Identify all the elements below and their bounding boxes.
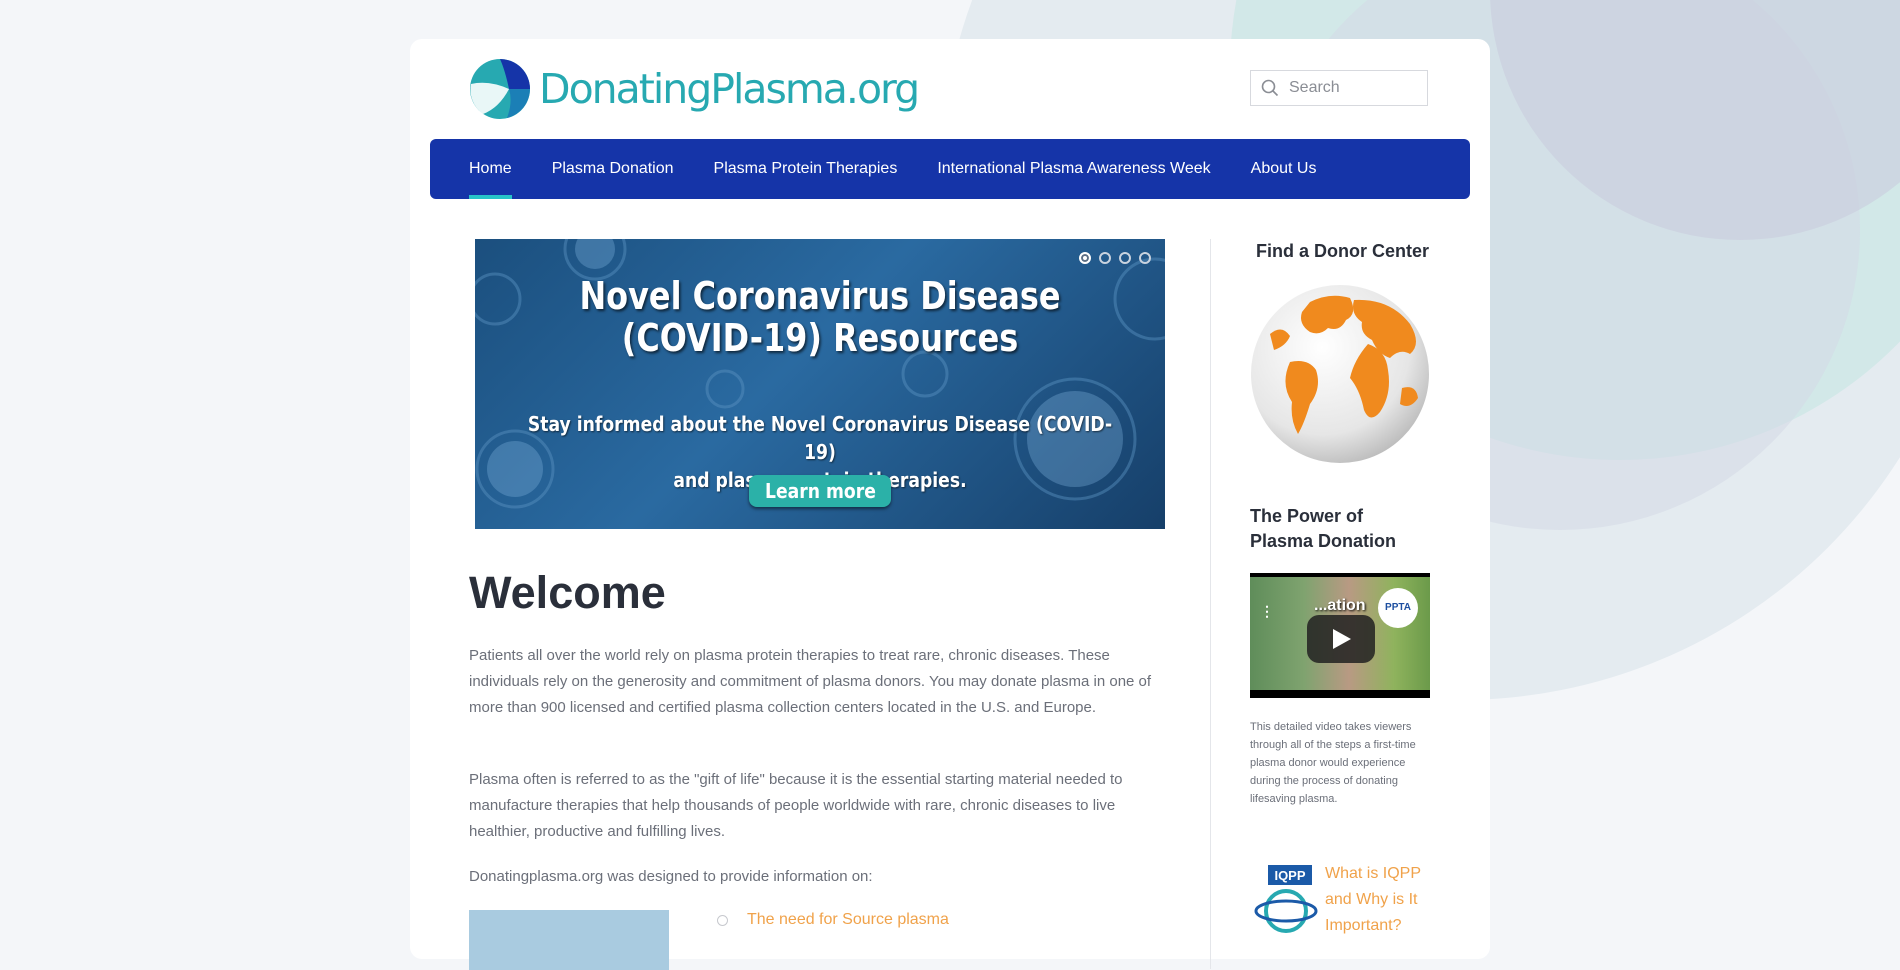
page-title: Welcome	[469, 567, 666, 618]
carousel-dot-2[interactable]	[1099, 252, 1111, 264]
main-nav: Home Plasma Donation Plasma Protein Ther…	[430, 139, 1470, 199]
learn-more-button[interactable]: Learn more	[749, 475, 891, 507]
bullet-circle-icon	[717, 914, 728, 926]
donor-center-title: Find a Donor Center	[1256, 241, 1430, 261]
nav-item-ipaw[interactable]: International Plasma Awareness Week	[937, 139, 1210, 199]
globe-icon[interactable]	[1250, 284, 1430, 464]
video-menu-icon[interactable]: ⋮	[1260, 603, 1274, 620]
carousel-dot-3[interactable]	[1119, 252, 1131, 264]
play-icon[interactable]	[1307, 615, 1375, 663]
intro-paragraph-3: Donatingplasma.org was designed to provi…	[469, 868, 873, 885]
learn-more-label: Learn more	[764, 479, 876, 503]
logo-suffix: .org	[845, 64, 920, 113]
video-section-title: The Power of Plasma Donation	[1250, 506, 1397, 551]
carousel-dots	[1079, 252, 1159, 264]
search-box[interactable]	[1250, 70, 1428, 106]
iqpp-logo[interactable]: IQPP	[1252, 863, 1318, 933]
logo-text: DonatingPlasma	[539, 64, 848, 113]
carousel-dot-4[interactable]	[1139, 252, 1151, 264]
list-item-link[interactable]: The need for Source plasma	[747, 911, 949, 929]
nav-item-plasma-donation[interactable]: Plasma Donation	[552, 139, 674, 199]
nav-item-about-us[interactable]: About Us	[1251, 139, 1317, 199]
video-overlay-text: ...ation	[1314, 597, 1366, 614]
iqpp-logo-text: IQPP	[1274, 868, 1305, 883]
column-divider	[1210, 239, 1211, 969]
site-logo[interactable]: DonatingPlasma.org	[469, 58, 920, 120]
search-input[interactable]	[1287, 78, 1421, 98]
hero-carousel[interactable]: Novel Coronavirus Disease (COVID-19) Res…	[475, 239, 1165, 529]
iqpp-link[interactable]: What is IQPP and Why is It Important?	[1325, 861, 1435, 939]
logo-wordmark: DonatingPlasma.org	[539, 68, 920, 110]
intro-paragraph-2: Plasma often is referred to as the "gift…	[469, 771, 1123, 840]
video-channel-logo[interactable]: PPTA	[1378, 588, 1418, 628]
nav-item-home[interactable]: Home	[469, 139, 512, 199]
logo-mark-icon	[470, 59, 530, 119]
nav-item-plasma-protein-therapies[interactable]: Plasma Protein Therapies	[714, 139, 898, 199]
list-item[interactable]: The need for Source plasma	[717, 911, 949, 929]
content-thumbnail-image	[469, 910, 669, 970]
video-description: This detailed video takes viewers throug…	[1250, 721, 1416, 805]
video-player[interactable]: ⋮ ...ation PPTA	[1250, 573, 1430, 698]
hero-subtitle-line-1: Stay informed about the Novel Coronaviru…	[527, 412, 1113, 464]
carousel-dot-1[interactable]	[1079, 252, 1091, 264]
search-icon	[1261, 79, 1279, 97]
intro-paragraph-1: Patients all over the world rely on plas…	[469, 647, 1152, 716]
video-thumbnail: ⋮ ...ation PPTA	[1250, 577, 1430, 690]
page-container: DonatingPlasma.org Home Plasma Donation …	[410, 39, 1490, 970]
hero-title: Novel Coronavirus Disease (COVID-19) Res…	[579, 274, 1061, 360]
